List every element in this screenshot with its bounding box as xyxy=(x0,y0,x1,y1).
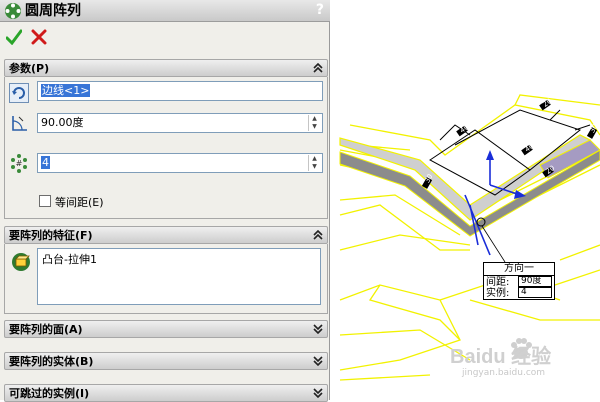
section-features-header[interactable]: 要阵列的特征(F) xyxy=(4,226,328,244)
spin-down-icon[interactable]: ▼ xyxy=(309,163,320,171)
angle-spinner[interactable]: ▲ ▼ xyxy=(308,115,320,131)
section-skip-header[interactable]: 可跳过的实例(I) xyxy=(4,384,328,402)
circular-pattern-icon xyxy=(5,3,21,19)
panel-title: 圆周阵列 xyxy=(25,3,81,19)
section-params-label: 参数(P) xyxy=(9,62,50,75)
callout-count-value[interactable]: 4 xyxy=(518,287,552,298)
section-faces-header[interactable]: 要阵列的面(A) xyxy=(4,320,328,338)
property-manager: 圆周阵列 ? 参数(P) 边线<1> 90.00度 ▲ ▼ # 4 ▲ ▼ 等间… xyxy=(0,0,330,402)
section-params-header[interactable]: 参数(P) xyxy=(4,59,328,77)
watermark-sub: jingyan.baidu.com xyxy=(462,368,546,378)
instance-count-field[interactable]: 4 ▲ ▼ xyxy=(37,153,323,173)
callout-spacing-value[interactable]: 90度 xyxy=(518,276,552,287)
angle-value: 90.00度 xyxy=(41,116,84,129)
list-item[interactable]: 凸台-拉伸1 xyxy=(42,251,316,267)
callout-spacing-label: 间距: xyxy=(486,277,510,288)
section-bodies-label: 要阵列的实体(B) xyxy=(9,355,94,368)
features-to-pattern-icon xyxy=(12,253,30,271)
instance-count-value: 4 xyxy=(41,156,50,169)
equal-spacing-label: 等间距(E) xyxy=(55,196,104,209)
chevron-down-icon[interactable] xyxy=(313,356,323,366)
direction-callout[interactable]: 方向一 间距: 90度 实例: 4 xyxy=(483,262,555,300)
section-params-body: 边线<1> 90.00度 ▲ ▼ # 4 ▲ ▼ 等间距(E) xyxy=(4,77,328,219)
section-features-body: 凸台-拉伸1 xyxy=(4,244,328,314)
section-bodies-header[interactable]: 要阵列的实体(B) xyxy=(4,352,328,370)
angle-field[interactable]: 90.00度 ▲ ▼ xyxy=(37,113,323,133)
chevron-up-icon[interactable] xyxy=(313,230,323,240)
pattern-axis-value: 边线<1> xyxy=(41,84,91,97)
spin-down-icon[interactable]: ▼ xyxy=(309,123,320,131)
chevron-up-icon[interactable] xyxy=(313,63,323,73)
cancel-x-icon[interactable] xyxy=(31,29,47,45)
help-button[interactable]: ? xyxy=(316,1,324,19)
features-list[interactable]: 凸台-拉伸1 xyxy=(37,248,321,305)
callout-count-label: 实例: xyxy=(486,288,510,299)
watermark-text: Baidu 经验 xyxy=(450,346,552,368)
graphics-viewport[interactable]: 40 40 20 20 30 30 方向一 间距: 90度 实例: 4 Baidu 经验 … xyxy=(331,0,600,400)
section-skip-label: 可跳过的实例(I) xyxy=(9,387,90,400)
svg-text:#: # xyxy=(16,159,23,168)
pattern-axis-field[interactable]: 边线<1> xyxy=(37,81,323,101)
title-bar: 圆周阵列 ? xyxy=(0,0,330,22)
count-spinner[interactable]: ▲ ▼ xyxy=(308,155,320,171)
baidu-watermark: Baidu 经验 jingyan.baidu.com xyxy=(450,336,590,386)
equal-spacing-checkbox[interactable] xyxy=(39,195,51,207)
instance-count-icon: # xyxy=(11,154,27,173)
reverse-direction-icon[interactable] xyxy=(9,83,29,103)
chevron-down-icon[interactable] xyxy=(313,324,323,334)
section-features-label: 要阵列的特征(F) xyxy=(9,229,93,242)
section-faces-label: 要阵列的面(A) xyxy=(9,323,83,336)
callout-title: 方向一 xyxy=(484,263,554,276)
ok-check-icon[interactable] xyxy=(6,29,22,45)
chevron-down-icon[interactable] xyxy=(313,388,323,398)
angle-icon xyxy=(12,116,27,131)
